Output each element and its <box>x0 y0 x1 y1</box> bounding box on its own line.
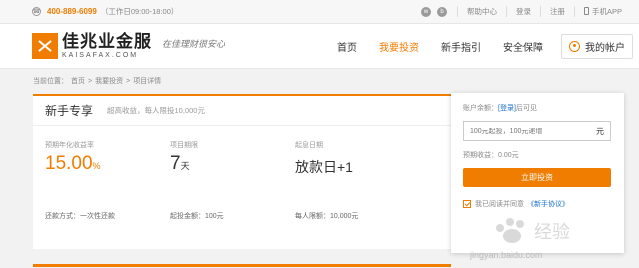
amount-unit: 元 <box>596 126 604 136</box>
term-stat: 项目期限 7天 <box>170 140 295 177</box>
top-utility-bar: ☎ 400-889-6099 （工作日09:00-18:00） w b 帮助中心… <box>0 0 639 24</box>
main-nav: 首页 我要投资 新手指引 安全保障 我的帐户 <box>315 33 633 59</box>
product-card-header: 新手专享 超高收益，每人限投10,000元 <box>33 96 451 126</box>
agreement-row: 我已阅读并同意 《新手协议》 <box>463 199 612 209</box>
agree-text: 我已阅读并同意 <box>475 201 524 208</box>
nav-security[interactable]: 安全保障 <box>503 39 543 54</box>
site-header: 佳兆业金服 KAISAFAX.COM 在佳理财很安心 首页 我要投资 新手指引 … <box>0 24 639 69</box>
nav-home[interactable]: 首页 <box>337 39 357 54</box>
register-link[interactable]: 注册 <box>539 6 574 17</box>
repay-method: 还款方式：一次性还款 <box>45 213 115 220</box>
logo[interactable]: 佳兆业金服 KAISAFAX.COM <box>62 33 152 59</box>
balance-login-link[interactable]: [登录] <box>498 105 516 112</box>
help-center-link[interactable]: 帮助中心 <box>456 6 506 17</box>
weibo-icon[interactable]: b <box>436 6 447 17</box>
product-stats: 预期年化收益率 15.00% 项目期限 7天 起息日期 放款日+1 <box>33 126 451 177</box>
logo-domain: KAISAFAX.COM <box>62 52 139 59</box>
slogan: 在佳理财很安心 <box>162 39 226 50</box>
login-link[interactable]: 登录 <box>505 6 540 17</box>
hotline-number: 400-889-6099 <box>47 7 97 16</box>
product-terms: 还款方式：一次性还款 起投金额：100元 每人限额：10,000元 <box>45 211 420 221</box>
wechat-icon[interactable]: w <box>420 6 431 17</box>
rate-stat: 预期年化收益率 15.00% <box>45 140 170 177</box>
watermark-url: jingyan.baidu.com <box>470 250 543 260</box>
breadcrumb: 当前位置： 首页 > 我要投资 > 项目详情 <box>0 69 639 93</box>
min-invest-amount: 起投金额：100元 <box>170 213 224 220</box>
breadcrumb-invest[interactable]: 我要投资 <box>95 76 123 86</box>
my-account-button[interactable]: 我的帐户 <box>561 33 633 59</box>
amount-field[interactable]: 元 <box>463 121 611 141</box>
invest-now-button[interactable]: 立即投资 <box>463 168 611 187</box>
breadcrumb-separator: > <box>88 77 93 85</box>
nav-beginner-guide[interactable]: 新手指引 <box>441 39 481 54</box>
product-title: 新手专享 <box>45 104 94 118</box>
agree-checkbox[interactable] <box>463 200 471 208</box>
user-icon <box>569 40 580 52</box>
term-label: 项目期限 <box>170 142 198 149</box>
phone-icon: ☎ <box>32 7 41 16</box>
amount-input[interactable] <box>470 127 590 135</box>
my-account-label: 我的帐户 <box>585 42 625 54</box>
product-card: 新手专享 超高收益，每人限投10,000元 预期年化收益率 15.00% 项目期… <box>33 94 451 249</box>
per-person-limit: 每人限额：10,000元 <box>295 213 359 220</box>
account-balance: 账户余额：[登录]后可见 <box>463 105 537 112</box>
start-date-stat: 起息日期 放款日+1 <box>295 140 420 177</box>
breadcrumb-label: 当前位置： <box>33 78 68 85</box>
expected-return: 预期收益：0.00元 <box>463 152 519 159</box>
mobile-phone-icon <box>583 7 589 15</box>
breadcrumb-home[interactable]: 首页 <box>71 76 85 86</box>
start-date-value: 放款日+1 <box>295 159 353 175</box>
mobile-app-link[interactable]: 手机APP <box>573 6 631 17</box>
beginner-agreement-link[interactable]: 《新手协议》 <box>527 199 569 209</box>
service-hours: （工作日09:00-18:00） <box>100 7 179 16</box>
breadcrumb-project-detail: 项目详情 <box>133 78 162 85</box>
invest-panel: 账户余额：[登录]后可见 元 预期收益：0.00元 立即投资 我已阅读并同意 《… <box>451 93 624 253</box>
breadcrumb-separator: > <box>126 77 131 85</box>
start-date-label: 起息日期 <box>295 142 323 149</box>
rate-label: 预期年化收益率 <box>45 142 94 149</box>
product-subtitle: 超高收益，每人限投10,000元 <box>107 106 205 115</box>
term-value: 7天 <box>170 153 190 174</box>
logo-name: 佳兆业金服 <box>62 32 152 51</box>
rate-value: 15.00% <box>45 153 101 174</box>
section-divider <box>33 264 451 267</box>
nav-invest[interactable]: 我要投资 <box>379 39 419 54</box>
logo-icon[interactable] <box>32 33 58 59</box>
